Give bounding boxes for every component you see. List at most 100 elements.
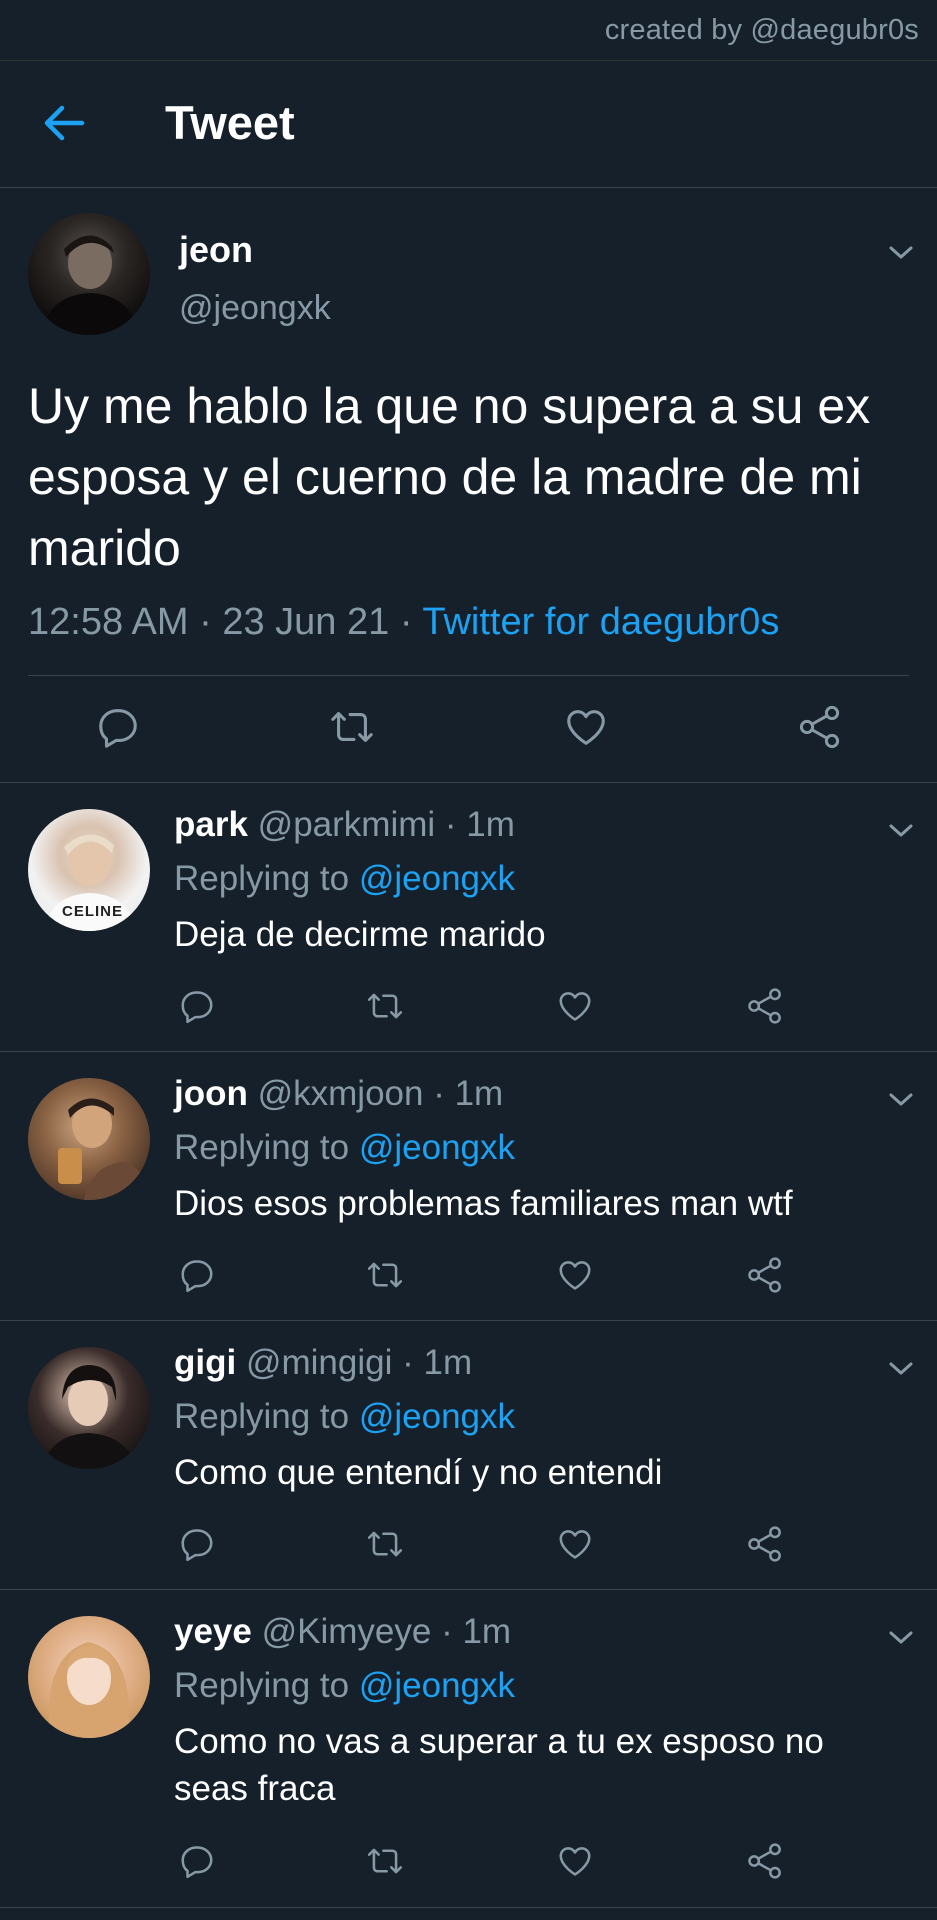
share-icon	[748, 988, 781, 1024]
avatar-image	[42, 235, 138, 335]
more-options-button[interactable]	[883, 1351, 919, 1387]
more-options-button[interactable]	[883, 1620, 919, 1656]
more-options-button[interactable]	[883, 235, 919, 271]
tweet-meta: 12:58 AM · 23 Jun 21 · Twitter for daegu…	[28, 601, 779, 644]
chevron-down-icon	[889, 1631, 913, 1644]
reply-text: Como no vas a superar a tu ex esposo no …	[174, 1722, 824, 1808]
reply-button[interactable]	[172, 1519, 222, 1569]
arrow-left-icon	[44, 105, 85, 141]
avatar[interactable]	[28, 1616, 150, 1738]
reply-header: park @parkmimi · 1m	[174, 805, 515, 845]
chevron-down-icon	[889, 824, 913, 837]
mention-link[interactable]: @jeongxk	[359, 1128, 515, 1167]
retweet-button[interactable]	[360, 1836, 410, 1886]
reply-author-handle[interactable]: @parkmimi	[258, 805, 435, 844]
mention-link[interactable]: @jeongxk	[359, 1666, 515, 1705]
chevron-down-icon	[889, 1362, 913, 1375]
reply-text: Deja de decirme marido	[174, 915, 546, 954]
tweet-actions	[0, 687, 937, 767]
share-button[interactable]	[740, 1836, 790, 1886]
author-handle[interactable]: @jeongxk	[179, 289, 331, 328]
more-options-button[interactable]	[883, 1082, 919, 1118]
mention-link[interactable]: @jeongxk	[359, 859, 515, 898]
mention-link[interactable]: @jeongxk	[359, 1397, 515, 1436]
avatar[interactable]	[28, 213, 150, 335]
reply-author-handle[interactable]: @mingigi	[246, 1343, 392, 1382]
more-options-button[interactable]	[883, 813, 919, 849]
replying-to: Replying to @jeongxk	[174, 1128, 515, 1168]
reply-header: joon @kxmjoon · 1m	[174, 1074, 503, 1114]
main-tweet: jeon @jeongxk Uy me hablo la que no supe…	[0, 189, 937, 783]
reply-author-name[interactable]: park	[174, 805, 248, 844]
page-title: Tweet	[165, 96, 295, 149]
reply-button[interactable]	[88, 697, 148, 757]
heart-icon	[559, 1847, 591, 1876]
replying-to-label: Replying to	[174, 1666, 359, 1705]
share-button[interactable]	[740, 1519, 790, 1569]
replying-to: Replying to @jeongxk	[174, 1666, 515, 1706]
reply-tweet[interactable]: yeye @Kimyeye · 1m Replying to @jeongxk …	[0, 1590, 937, 1908]
reply-tweet[interactable]: joon @kxmjoon · 1m Replying to @jeongxk …	[0, 1052, 937, 1321]
retweet-icon	[367, 993, 403, 1019]
back-button[interactable]	[34, 97, 94, 149]
like-button[interactable]	[550, 981, 600, 1031]
like-button[interactable]	[556, 697, 616, 757]
like-button[interactable]	[550, 1836, 600, 1886]
like-button[interactable]	[550, 1519, 600, 1569]
heart-icon	[559, 992, 591, 1021]
meta-separator: ·	[188, 601, 223, 643]
avatar[interactable]	[28, 1078, 150, 1200]
replying-to-label: Replying to	[174, 859, 359, 898]
reply-author-handle[interactable]: @kxmjoon	[258, 1074, 424, 1113]
avatar-shirt-text: CELINE	[62, 903, 124, 920]
reply-actions	[0, 1515, 937, 1575]
tweet-source-link[interactable]: Twitter for daegubr0s	[422, 601, 779, 643]
replying-to: Replying to @jeongxk	[174, 859, 515, 899]
reply-actions	[0, 977, 937, 1037]
avatar-image	[58, 1098, 150, 1200]
tweet-date: 23 Jun 21	[222, 601, 390, 643]
reply-time: · 1m	[431, 1612, 512, 1651]
reply-button[interactable]	[172, 1836, 222, 1886]
share-icon	[748, 1526, 781, 1562]
header: Tweet	[0, 61, 937, 188]
tweet-text: Uy me hablo la que no supera a su ex esp…	[28, 378, 871, 576]
reply-button[interactable]	[172, 981, 222, 1031]
avatar[interactable]	[28, 1347, 150, 1469]
share-button[interactable]	[740, 1250, 790, 1300]
reply-header: yeye @Kimyeye · 1m	[174, 1612, 511, 1652]
reply-tweet[interactable]: gigi @mingigi · 1m Replying to @jeongxk …	[0, 1321, 937, 1590]
heart-icon	[567, 710, 605, 745]
reply-author-name[interactable]: joon	[174, 1074, 248, 1113]
retweet-button[interactable]	[360, 1250, 410, 1300]
heart-icon	[559, 1261, 591, 1290]
reply-icon	[181, 1846, 213, 1879]
watermark: created by @daegubr0s	[604, 14, 919, 46]
reply-time: · 1m	[435, 805, 515, 844]
reply-author-handle[interactable]: @Kimyeye	[262, 1612, 432, 1651]
retweet-button[interactable]	[360, 981, 410, 1031]
reply-author-name[interactable]: gigi	[174, 1343, 236, 1382]
heart-icon	[559, 1530, 591, 1559]
author-name[interactable]: jeon	[179, 229, 253, 271]
reply-time: · 1m	[423, 1074, 504, 1113]
chevron-down-icon	[889, 246, 913, 259]
avatar[interactable]: CELINE	[28, 809, 150, 931]
replying-to: Replying to @jeongxk	[174, 1397, 515, 1437]
share-button[interactable]	[740, 981, 790, 1031]
retweet-button[interactable]	[322, 697, 382, 757]
reply-icon	[181, 991, 213, 1024]
reply-author-name[interactable]: yeye	[174, 1612, 252, 1651]
share-button[interactable]	[790, 697, 850, 757]
retweet-icon	[331, 712, 373, 742]
share-icon	[748, 1257, 781, 1293]
retweet-icon	[367, 1531, 403, 1557]
like-button[interactable]	[550, 1250, 600, 1300]
reply-icon	[99, 709, 137, 748]
reply-tweet[interactable]: CELINE park @parkmimi · 1m Replying to @…	[0, 783, 937, 1052]
reply-button[interactable]	[172, 1250, 222, 1300]
reply-icon	[181, 1260, 213, 1293]
retweet-icon	[367, 1848, 403, 1874]
retweet-button[interactable]	[360, 1519, 410, 1569]
reply-time: · 1m	[392, 1343, 473, 1382]
